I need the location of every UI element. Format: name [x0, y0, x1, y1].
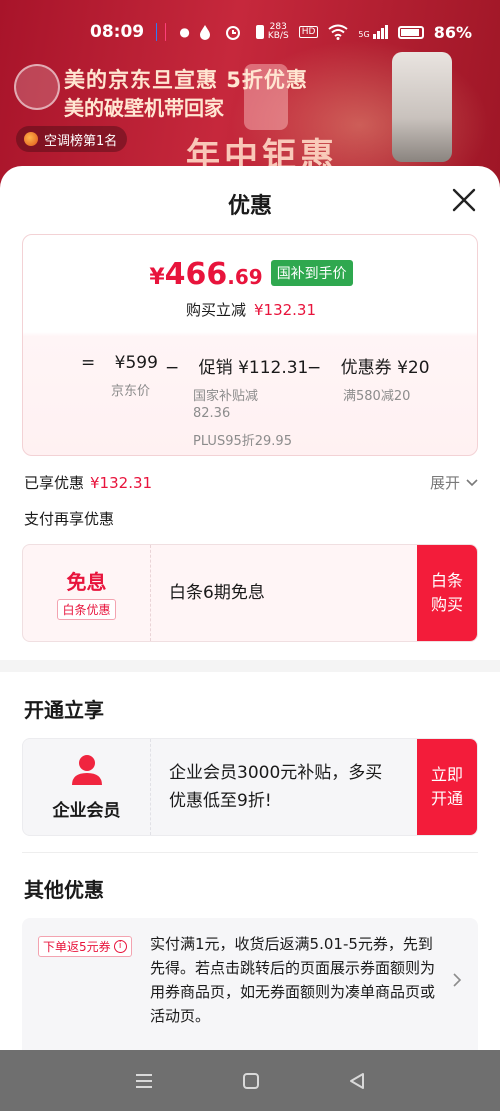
base-price: ¥599 [114, 353, 158, 373]
equals-sign: = [81, 353, 96, 373]
hd-badge: HD [298, 26, 319, 38]
coupon-value: ¥20 [397, 358, 430, 378]
battery-icon [397, 25, 424, 39]
minus-sign: − [165, 358, 180, 378]
ranking-label: 空调榜第1名 [44, 133, 118, 149]
pay-more-label: 支付再享优惠 [24, 510, 115, 528]
home-icon[interactable] [241, 1071, 261, 1091]
national-subsidy-value: 82.36 [193, 406, 231, 421]
ranking-pill[interactable]: 空调榜第1名 [16, 126, 128, 152]
promo-label: 促销 [198, 358, 233, 378]
subsidy-price-tag: 国补到手价 [270, 260, 353, 286]
national-subsidy-label: 国家补贴减 [193, 389, 259, 404]
promo-subheadline: 美的破壁机带回家 [64, 96, 224, 120]
baitiao-buy-button[interactable]: 白条 购买 [417, 545, 477, 641]
divider [22, 852, 478, 853]
system-nav-bar [0, 1050, 500, 1111]
return-coupon-tag: 下单返5元券 i [38, 936, 132, 957]
promo-value: ¥112.31 [238, 358, 309, 378]
close-icon[interactable] [448, 184, 480, 216]
enterprise-offer-card[interactable]: 企业会员 企业会员3000元补贴，多买 优惠低至9折! 立即 开通 [22, 738, 478, 836]
enjoyed-discount: 已享优惠 ¥132.31 [24, 474, 153, 492]
app-notification-icon [156, 23, 157, 41]
back-icon[interactable] [347, 1071, 367, 1091]
menu-icon[interactable] [133, 1072, 155, 1090]
open-membership-button[interactable]: 立即 开通 [417, 739, 477, 835]
chevron-right-icon[interactable] [452, 972, 462, 988]
interest-free-title: 免息 [66, 570, 107, 594]
final-price: ¥466.69 [149, 257, 263, 292]
status-time: 08:09 [90, 22, 145, 42]
vibrate-icon [255, 25, 264, 39]
baitiao-offer-desc: 白条6期免息 [169, 583, 265, 603]
cellular-signal-icon: 5G [358, 25, 388, 39]
open-section-title: 开通立享 [24, 698, 104, 722]
info-icon[interactable]: i [113, 940, 127, 953]
alarm-icon [225, 26, 240, 40]
enterprise-member-icon [71, 754, 102, 785]
plus-discount: PLUS95折29.95 [193, 434, 292, 449]
minus-sign-2: − [307, 358, 322, 378]
app-notification-icon-2 [164, 23, 166, 41]
coupon-label: 优惠券 [340, 358, 392, 378]
base-price-label: 京东价 [111, 384, 151, 399]
network-speed: 283 KB/S [267, 22, 289, 41]
discount-sheet: 优惠 ¥466.69 国补到手价 购买立减¥132.31 = ¥599 京东价 [0, 166, 500, 1050]
other-offer-desc: 实付满1元，收货后返满5.01-5元券，先到先得。若点击跳转后的页面展示券面额则… [150, 935, 436, 1025]
enterprise-offer-desc: 企业会员3000元补贴，多买 优惠低至9折! [169, 763, 383, 811]
expand-button[interactable]: 展开 [430, 472, 478, 493]
coupon-condition: 满580减20 [343, 389, 411, 404]
status-bar: 08:09 ● 283 KB/S HD 5G 86% [0, 0, 500, 64]
notification-dot-icon: ● [179, 25, 190, 39]
wifi-icon [328, 24, 349, 40]
drop-icon [199, 25, 210, 40]
baitiao-tag: 白条优惠 [57, 599, 116, 620]
other-offer-card[interactable]: 下单返5元券 i 实付满1元，收货后返满5.01-5元券，先到先得。若点击跳转后… [22, 918, 478, 1050]
promo-headline: 美的京东旦宣惠 5折优惠 [64, 68, 308, 92]
battery-percent: 86% [433, 22, 472, 42]
ranking-icon [24, 132, 38, 146]
purchase-reduction: 购买立减 ¥132.31 [185, 301, 317, 319]
baitiao-offer-card[interactable]: 免息 白条优惠 白条6期免息 白条 购买 [22, 544, 478, 642]
section-divider [0, 660, 500, 672]
chevron-down-icon [466, 478, 478, 486]
enterprise-member-label: 企业会员 [52, 800, 121, 821]
price-breakdown-card: ¥466.69 国补到手价 购买立减 ¥132.31 = ¥599 京东价 − 促… [22, 234, 478, 456]
sheet-title: 优惠 [227, 194, 272, 219]
price-formula: = ¥599 京东价 − 促销 ¥112.31 国家补贴减 82.36 PLUS… [23, 353, 479, 449]
product-image-blender [392, 52, 452, 162]
brand-logo [14, 64, 60, 110]
other-section-title: 其他优惠 [24, 878, 104, 902]
